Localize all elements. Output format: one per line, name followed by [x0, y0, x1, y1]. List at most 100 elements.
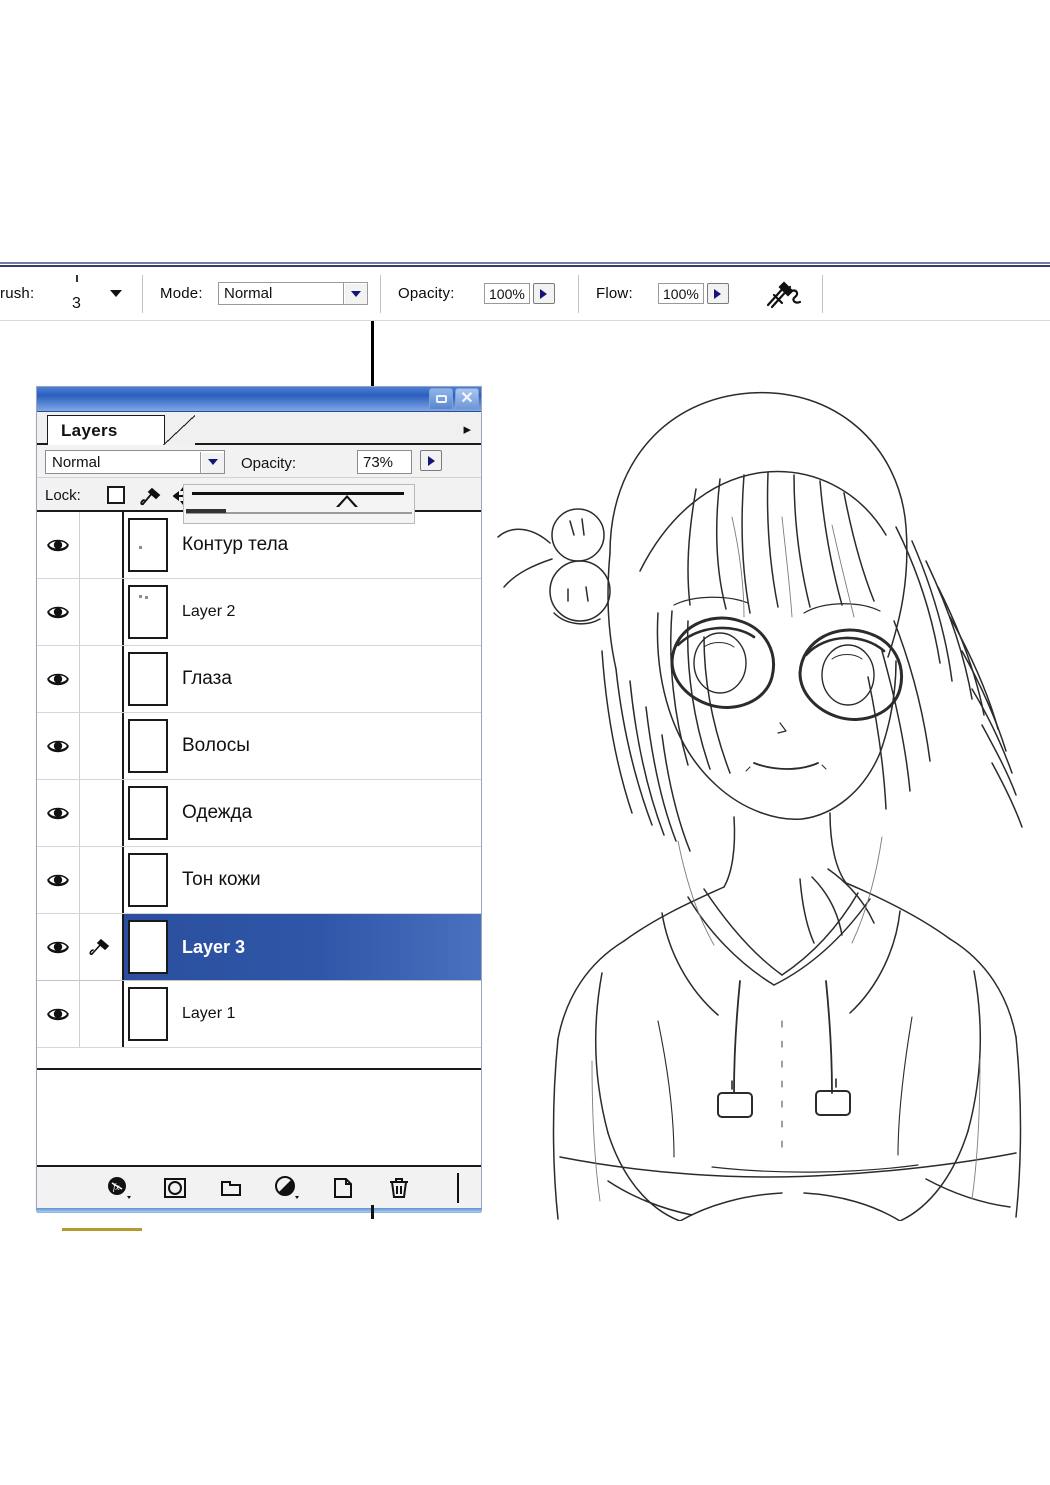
layer-visibility-toggle[interactable]	[37, 646, 80, 712]
tab-layers[interactable]: Layers	[47, 415, 165, 445]
mode-select[interactable]: Normal	[218, 282, 368, 305]
layer-name-label: Layer 3	[182, 936, 246, 957]
panel-tab-strip: Layers ▸	[37, 412, 481, 445]
layer-thumbnail[interactable]	[128, 518, 168, 572]
layer-link-cell[interactable]	[80, 847, 124, 913]
folder-icon	[221, 1181, 241, 1196]
opacity-slider-popout[interactable]	[183, 484, 415, 524]
divider	[457, 1173, 459, 1203]
layer-link-cell[interactable]	[80, 646, 124, 712]
lock-transparent-pixels-checkbox[interactable]	[107, 486, 125, 504]
layer-list-bottom-rule	[37, 1068, 481, 1070]
layer-visibility-toggle[interactable]	[37, 713, 80, 779]
opacity-field-wrap[interactable]: 100%	[484, 267, 555, 320]
layer-visibility-toggle[interactable]	[37, 780, 80, 846]
layer-blend-mode-select[interactable]: Normal	[45, 450, 225, 474]
layer-link-cell[interactable]	[80, 914, 124, 980]
document-canvas[interactable]	[482, 321, 1050, 1221]
eye-visibility-icon	[47, 539, 69, 552]
layer-row[interactable]: Одежда	[37, 780, 481, 847]
layer-visibility-toggle[interactable]	[37, 512, 80, 578]
layer-thumbnail[interactable]	[128, 853, 168, 907]
layer-list[interactable]: Контур тела Layer 2 Глаза Волосы Одежда Тон к…	[37, 512, 481, 1070]
eye-visibility-icon	[47, 874, 69, 887]
mode-label: Mode:	[160, 285, 203, 302]
slider-shadow-rule-2	[186, 509, 226, 513]
tab-layers-label: Layers	[61, 420, 118, 440]
layer-link-cell[interactable]	[80, 780, 124, 846]
layer-row[interactable]: Волосы	[37, 713, 481, 780]
panel-outer-bottom-accent	[36, 1208, 482, 1212]
layer-opacity-flyout-button[interactable]	[420, 450, 442, 471]
flow-label-wrap: Flow:	[596, 267, 633, 320]
airbrush-toggle-button[interactable]	[760, 267, 804, 320]
opacity-input[interactable]: 100%	[484, 283, 530, 304]
opacity-slider-track[interactable]	[192, 492, 404, 495]
eye-visibility-icon	[47, 740, 69, 753]
opacity-flyout-button[interactable]	[532, 283, 555, 304]
layer-name-label: Одежда	[182, 802, 253, 823]
layer-name-label: Волосы	[182, 735, 250, 756]
panel-title-bar[interactable]: ✕	[37, 387, 481, 412]
eye-visibility-icon	[47, 1008, 69, 1021]
layer-row[interactable]: Глаза	[37, 646, 481, 713]
layer-opacity-input[interactable]: 73%	[357, 450, 412, 474]
layer-row-body[interactable]: Layer 3	[124, 914, 481, 980]
chevron-down-icon[interactable]	[343, 283, 367, 304]
close-button[interactable]: ✕	[455, 388, 479, 410]
layer-row-body[interactable]: Глаза	[124, 646, 481, 712]
layer-row-body[interactable]: Layer 2	[124, 579, 481, 645]
options-bar-top-rule	[0, 262, 1050, 264]
layer-row[interactable]: Тон кожи	[37, 847, 481, 914]
layer-thumbnail[interactable]	[128, 585, 168, 639]
layer-visibility-toggle[interactable]	[37, 981, 80, 1047]
new-layer-button[interactable]	[330, 1175, 356, 1201]
layer-row[interactable]: Layer 1	[37, 981, 481, 1048]
new-adjustment-layer-button[interactable]	[274, 1175, 300, 1201]
layer-name-label: Глаза	[182, 668, 232, 689]
layer-row-body[interactable]: Layer 1	[124, 981, 481, 1047]
mode-select-wrap[interactable]: Normal	[218, 267, 368, 320]
layer-thumbnail[interactable]	[128, 786, 168, 840]
layer-thumbnail[interactable]	[128, 987, 168, 1041]
lock-image-pixels-button[interactable]	[139, 485, 165, 512]
new-group-button[interactable]	[218, 1175, 244, 1201]
layer-style-fx-button[interactable]: fx	[106, 1175, 132, 1201]
add-layer-mask-button[interactable]	[162, 1175, 188, 1201]
layer-name-label: Контур тела	[182, 534, 289, 555]
mask-square-icon	[164, 1178, 186, 1198]
layer-link-cell[interactable]	[80, 512, 124, 578]
brush-label: rush:	[0, 285, 35, 302]
layer-thumbnail[interactable]	[128, 719, 168, 773]
layer-row-body[interactable]: Тон кожи	[124, 847, 481, 913]
layer-thumbnail[interactable]	[128, 920, 168, 974]
brush-preset-dropdown-button[interactable]	[110, 267, 122, 320]
layer-link-cell[interactable]	[80, 981, 124, 1047]
flow-field-wrap[interactable]: 100%	[658, 267, 729, 320]
layer-row-body[interactable]: Волосы	[124, 713, 481, 779]
lock-label: Lock:	[45, 487, 81, 504]
layer-row-body[interactable]: Одежда	[124, 780, 481, 846]
layer-visibility-toggle[interactable]	[37, 847, 80, 913]
brush-preset-group[interactable]: rush:	[0, 267, 34, 320]
panel-menu-button[interactable]: ▸	[463, 420, 471, 438]
layer-thumbnail[interactable]	[128, 652, 168, 706]
stray-scan-artifact	[62, 1228, 142, 1231]
delete-layer-button[interactable]	[386, 1175, 412, 1201]
layer-link-cell[interactable]	[80, 579, 124, 645]
trash-icon	[390, 1178, 408, 1198]
layer-link-cell[interactable]	[80, 713, 124, 779]
brush-edit-indicator-icon	[89, 938, 110, 955]
layer-row[interactable]: Layer 2	[37, 579, 481, 646]
flow-input[interactable]: 100%	[658, 283, 704, 304]
close-icon: ✕	[460, 390, 474, 407]
layer-visibility-toggle[interactable]	[37, 579, 80, 645]
layer-row[interactable]: Layer 3	[37, 914, 481, 981]
opacity-label-wrap: Opacity:	[398, 267, 455, 320]
flow-flyout-button[interactable]	[706, 283, 729, 304]
brush-size-value[interactable]: 3	[72, 295, 81, 313]
screenshot-root: rush: 3 Mode: Normal Opacity: 100% Flow:…	[0, 0, 1050, 1485]
layer-visibility-toggle[interactable]	[37, 914, 80, 980]
minimize-button[interactable]	[429, 388, 453, 410]
chevron-down-icon[interactable]	[200, 451, 224, 473]
